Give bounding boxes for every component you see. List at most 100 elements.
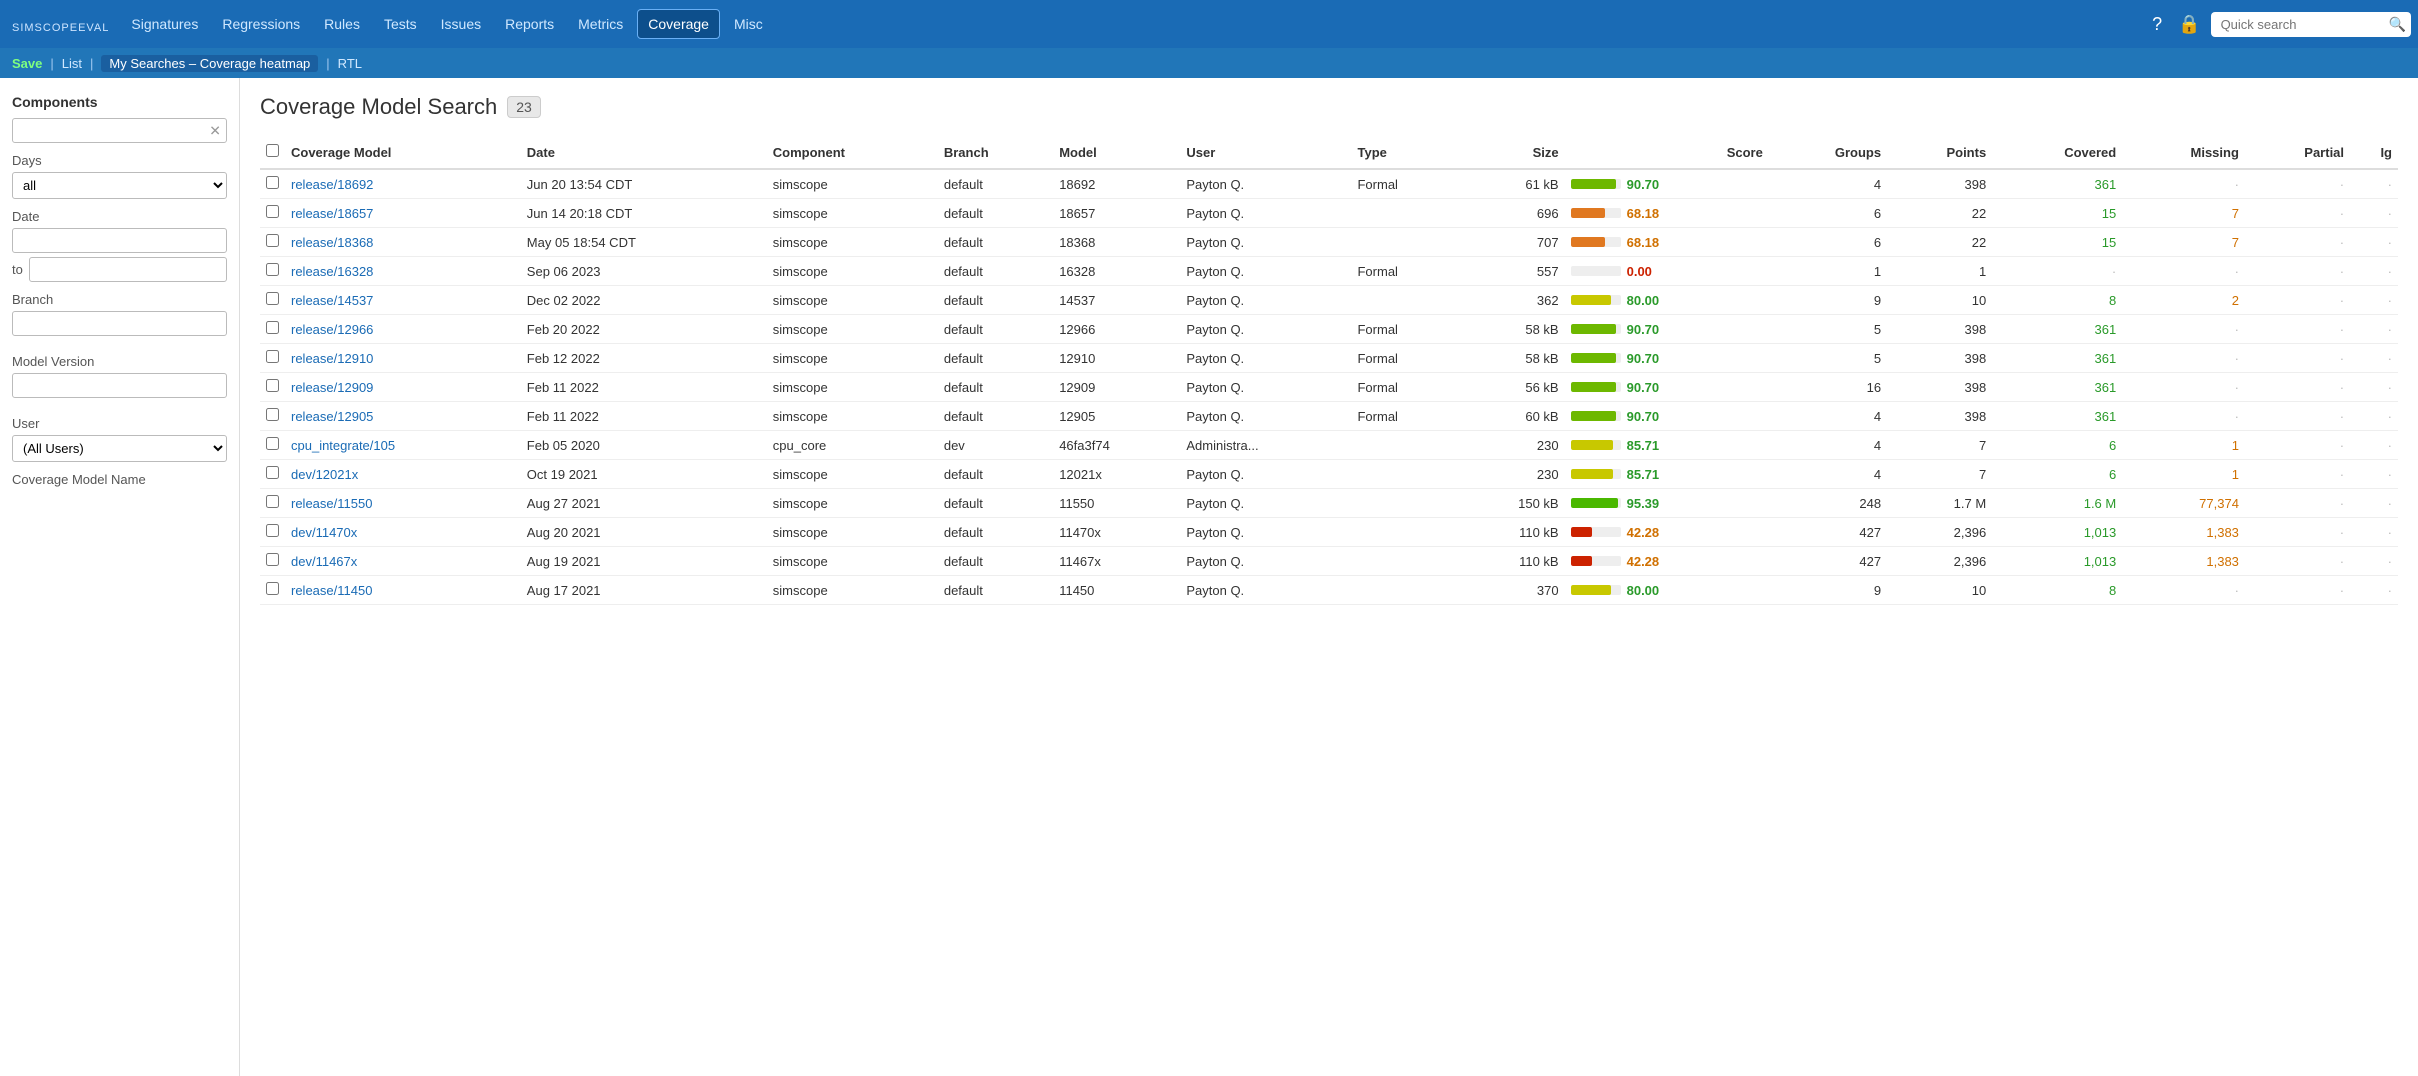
col-covered[interactable]: Covered: [1992, 136, 2122, 169]
points-cell: 398: [1887, 315, 1992, 344]
score-value: 95.39: [1627, 496, 1660, 511]
model-link[interactable]: dev/12021x: [285, 460, 521, 489]
score-bar: [1571, 324, 1621, 334]
branch-cell: default: [938, 344, 1053, 373]
model-link[interactable]: release/14537: [285, 286, 521, 315]
user-cell: Payton Q.: [1180, 576, 1351, 605]
user-cell: Payton Q.: [1180, 547, 1351, 576]
date-to-input[interactable]: [29, 257, 227, 282]
date-cell: Feb 11 2022: [521, 402, 767, 431]
type-cell: [1351, 199, 1458, 228]
breadcrumb-list[interactable]: List: [62, 56, 82, 71]
col-points[interactable]: Points: [1887, 136, 1992, 169]
model-link[interactable]: release/18368: [285, 228, 521, 257]
model-link[interactable]: dev/11467x: [285, 547, 521, 576]
model-link[interactable]: release/12966: [285, 315, 521, 344]
row-checkbox[interactable]: [266, 176, 279, 189]
nav-issues[interactable]: Issues: [431, 10, 491, 38]
branch-input[interactable]: [12, 311, 227, 336]
model-link[interactable]: release/12909: [285, 373, 521, 402]
row-checkbox[interactable]: [266, 205, 279, 218]
points-cell: 22: [1887, 228, 1992, 257]
row-checkbox[interactable]: [266, 234, 279, 247]
days-select[interactable]: all: [12, 172, 227, 199]
col-type[interactable]: Type: [1351, 136, 1458, 169]
row-checkbox[interactable]: [266, 495, 279, 508]
date-to-wrap: to: [12, 257, 227, 282]
lock-icon[interactable]: 🔒: [2178, 14, 2200, 35]
row-checkbox[interactable]: [266, 350, 279, 363]
user-select[interactable]: (All Users): [12, 435, 227, 462]
nav-coverage[interactable]: Coverage: [637, 9, 720, 39]
model-ver-cell: 11470x: [1053, 518, 1180, 547]
groups-cell: 4: [1769, 460, 1887, 489]
model-link[interactable]: release/12905: [285, 402, 521, 431]
row-checkbox[interactable]: [266, 321, 279, 334]
components-clear-icon[interactable]: ✕: [209, 122, 221, 139]
ig-cell: ·: [2350, 169, 2398, 199]
breadcrumb-bar: Save | List | My Searches – Coverage hea…: [0, 48, 2418, 78]
nav-regressions[interactable]: Regressions: [212, 10, 310, 38]
model-link[interactable]: release/11450: [285, 576, 521, 605]
col-ig[interactable]: Ig: [2350, 136, 2398, 169]
user-cell: Payton Q.: [1180, 460, 1351, 489]
col-partial[interactable]: Partial: [2245, 136, 2350, 169]
component-cell: simscope: [767, 402, 938, 431]
results-table: Coverage Model Date Component Branch Mod…: [260, 136, 2398, 605]
model-ver-cell: 11467x: [1053, 547, 1180, 576]
col-coverage-model[interactable]: Coverage Model: [285, 136, 521, 169]
nav-signatures[interactable]: Signatures: [121, 10, 208, 38]
row-checkbox[interactable]: [266, 379, 279, 392]
model-ver-cell: 18692: [1053, 169, 1180, 199]
breadcrumb-rtl[interactable]: RTL: [338, 56, 362, 71]
row-checkbox-cell: [260, 257, 285, 286]
row-checkbox[interactable]: [266, 582, 279, 595]
model-link[interactable]: cpu_integrate/105: [285, 431, 521, 460]
col-branch[interactable]: Branch: [938, 136, 1053, 169]
nav-tests[interactable]: Tests: [374, 10, 427, 38]
col-missing[interactable]: Missing: [2122, 136, 2245, 169]
row-checkbox[interactable]: [266, 263, 279, 276]
date-from-input[interactable]: [12, 228, 227, 253]
nav-reports[interactable]: Reports: [495, 10, 564, 38]
nav-metrics[interactable]: Metrics: [568, 10, 633, 38]
table-row: release/18657 Jun 14 20:18 CDT simscope …: [260, 199, 2398, 228]
model-link[interactable]: dev/11470x: [285, 518, 521, 547]
breadcrumb-save[interactable]: Save: [12, 56, 42, 71]
help-icon[interactable]: ?: [2152, 14, 2162, 35]
row-checkbox[interactable]: [266, 466, 279, 479]
col-date[interactable]: Date: [521, 136, 767, 169]
points-cell: 1.7 M: [1887, 489, 1992, 518]
model-link[interactable]: release/16328: [285, 257, 521, 286]
components-input[interactable]: [12, 118, 227, 143]
size-cell: 110 kB: [1458, 518, 1565, 547]
row-checkbox-cell: [260, 518, 285, 547]
model-link[interactable]: release/18657: [285, 199, 521, 228]
nav-rules[interactable]: Rules: [314, 10, 370, 38]
row-checkbox[interactable]: [266, 408, 279, 421]
row-checkbox[interactable]: [266, 292, 279, 305]
row-checkbox[interactable]: [266, 553, 279, 566]
col-score[interactable]: Score: [1565, 136, 1769, 169]
col-component[interactable]: Component: [767, 136, 938, 169]
nav-misc[interactable]: Misc: [724, 10, 773, 38]
model-version-input[interactable]: [12, 373, 227, 398]
model-link[interactable]: release/12910: [285, 344, 521, 373]
col-user[interactable]: User: [1180, 136, 1351, 169]
select-all-checkbox[interactable]: [266, 144, 279, 157]
score-cell: 90.70: [1565, 373, 1769, 402]
quick-search-input[interactable]: [2211, 12, 2411, 37]
component-cell: simscope: [767, 315, 938, 344]
col-groups[interactable]: Groups: [1769, 136, 1887, 169]
col-size[interactable]: Size: [1458, 136, 1565, 169]
model-link[interactable]: release/18692: [285, 169, 521, 199]
score-bar-fill: [1571, 208, 1605, 218]
partial-cell: ·: [2245, 169, 2350, 199]
row-checkbox[interactable]: [266, 437, 279, 450]
row-checkbox[interactable]: [266, 524, 279, 537]
col-model[interactable]: Model: [1053, 136, 1180, 169]
model-link[interactable]: release/11550: [285, 489, 521, 518]
user-label: User: [12, 416, 227, 431]
covered-cell: 8: [1992, 286, 2122, 315]
component-cell: simscope: [767, 460, 938, 489]
